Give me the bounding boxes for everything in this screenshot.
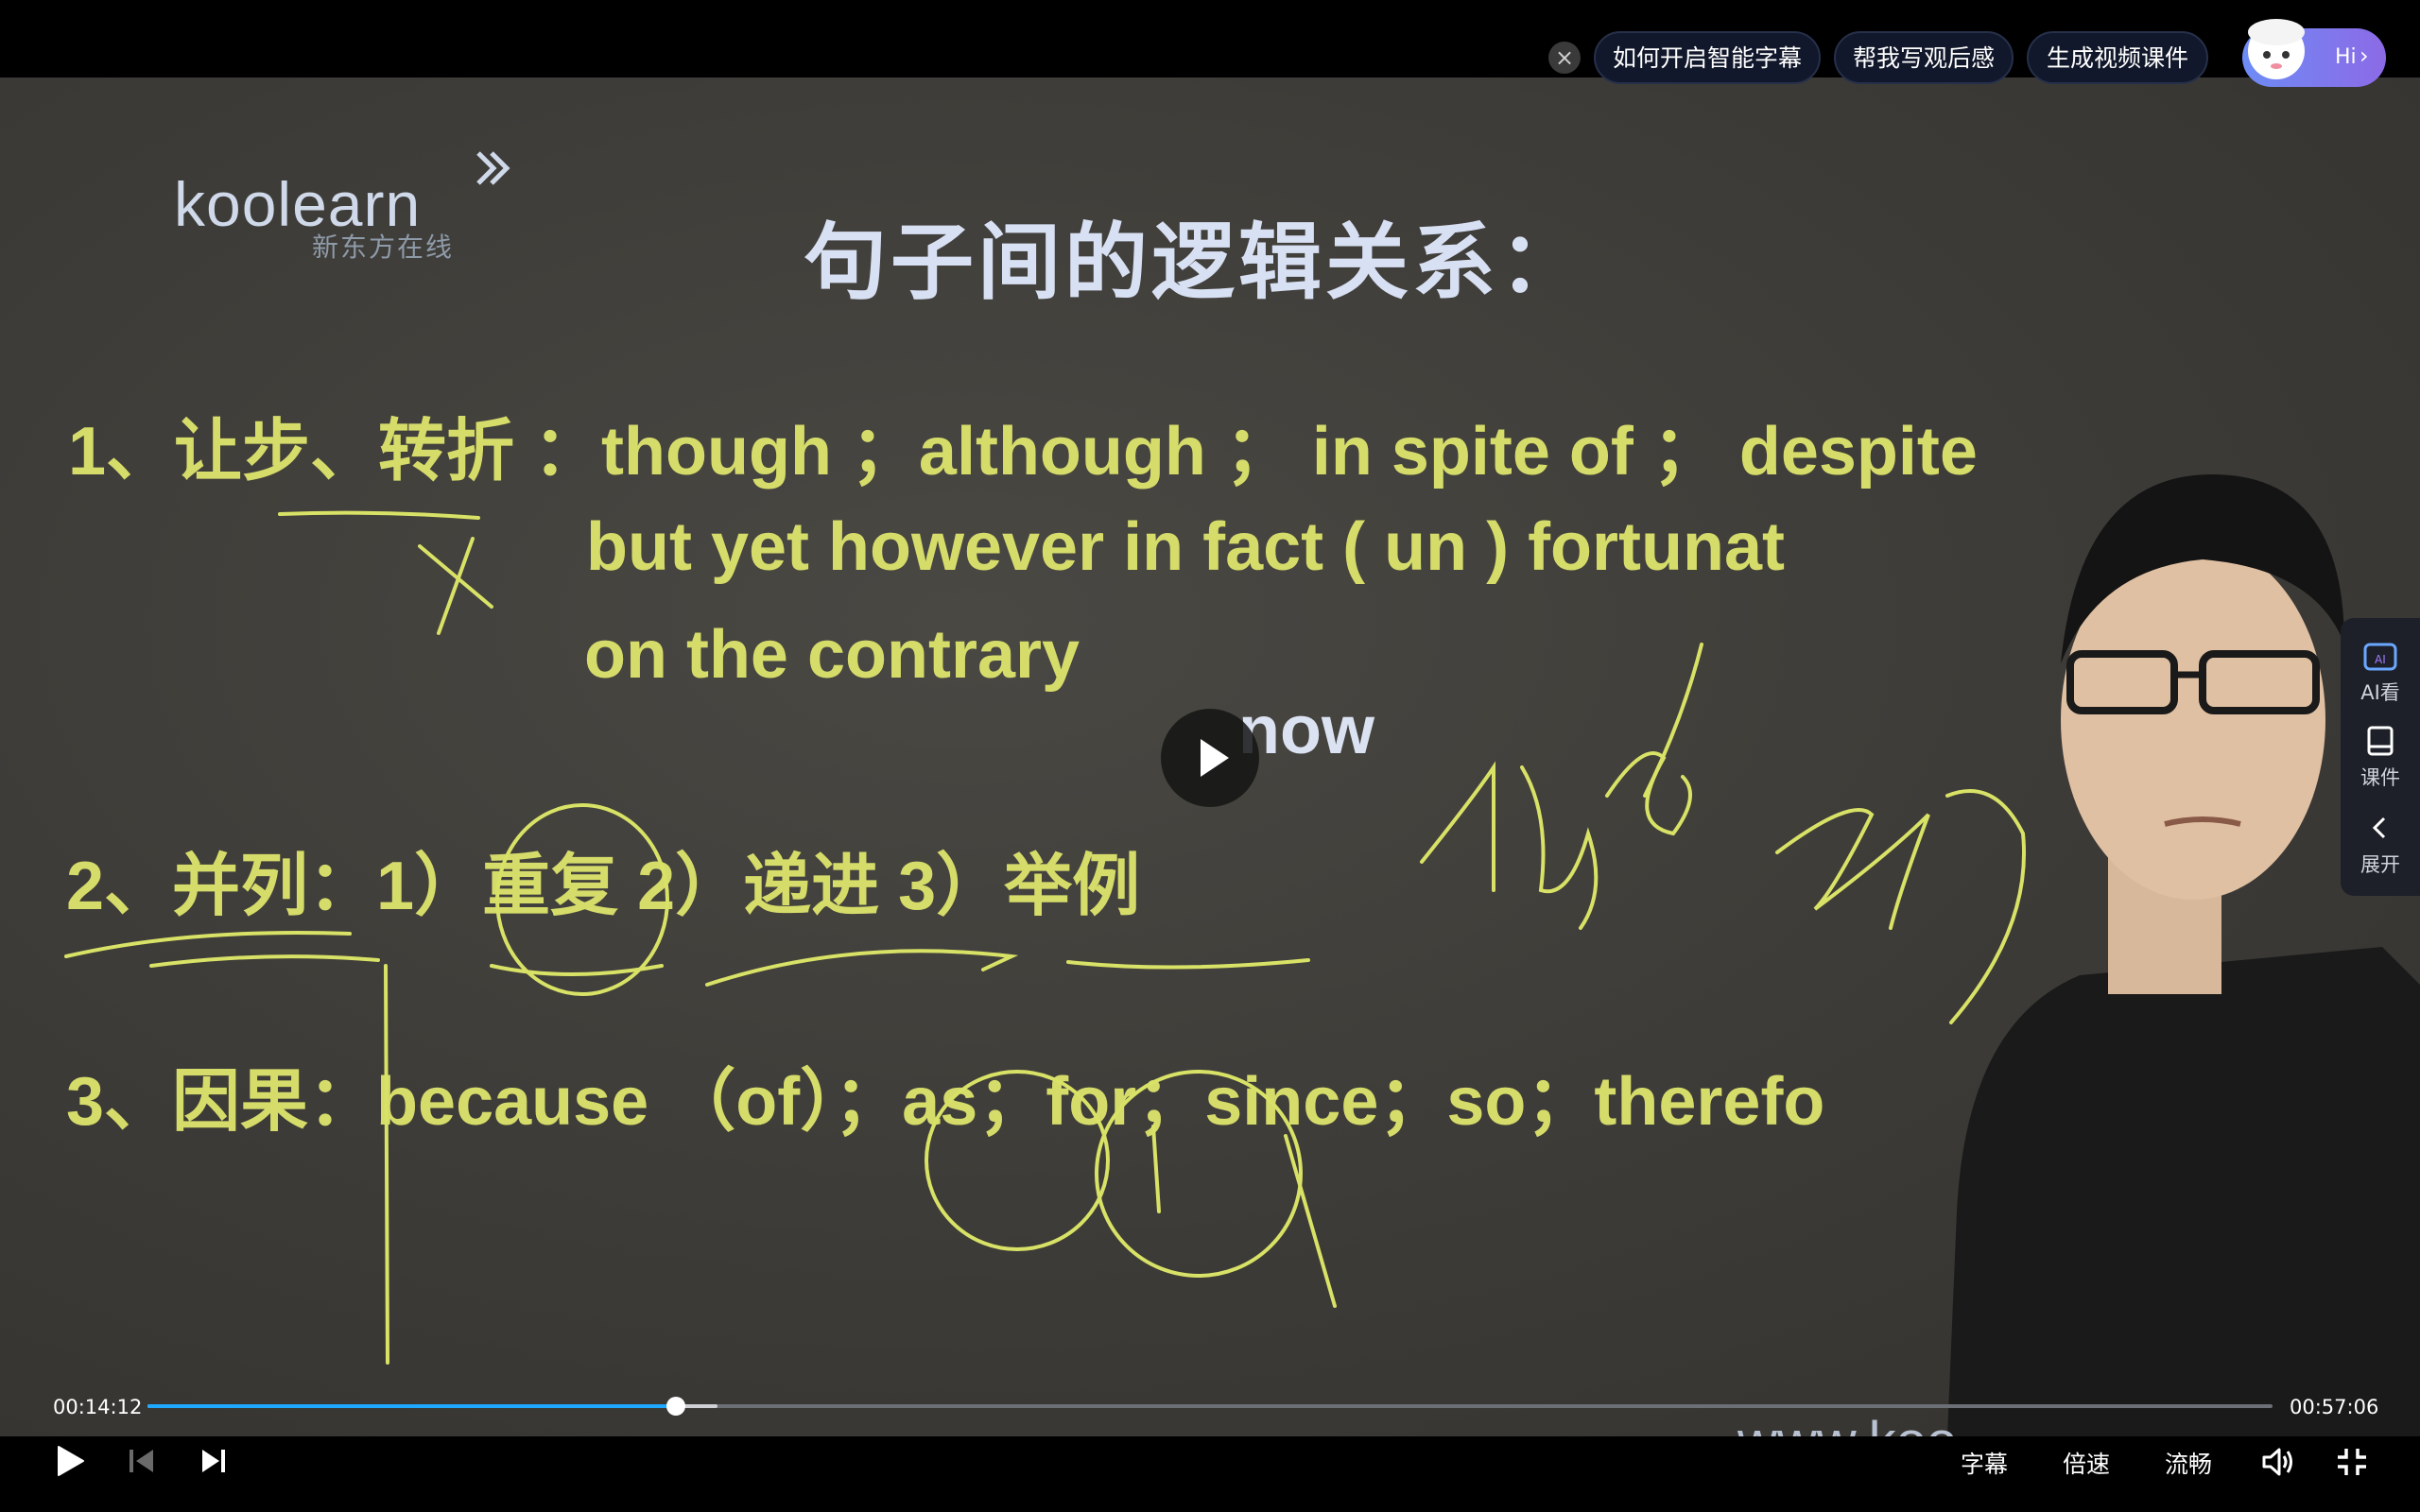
ai-watch-icon: AI — [2363, 643, 2397, 671]
chevron-right-icon: › — [2360, 43, 2369, 69]
current-time: 00:14:12 — [53, 1396, 143, 1418]
side-panel: AI AI看 课件 展开 — [2341, 618, 2420, 896]
exit-fullscreen-icon[interactable] — [2335, 1446, 2369, 1478]
speed-button[interactable]: 倍速 — [2063, 1446, 2110, 1480]
suggestion-generate-courseware[interactable]: 生成视频课件 — [2027, 31, 2208, 84]
assistant-avatar-icon — [2248, 19, 2305, 79]
volume-icon[interactable] — [2261, 1446, 2297, 1478]
side-item-label: 课件 — [2360, 766, 2400, 789]
next-icon[interactable] — [199, 1446, 229, 1476]
progress-thumb[interactable] — [666, 1397, 685, 1416]
side-item-courseware[interactable]: 课件 — [2341, 724, 2420, 791]
control-bar — [0, 1436, 2420, 1512]
hi-label: Hi — [2335, 45, 2357, 69]
side-item-expand[interactable]: 展开 — [2341, 811, 2420, 878]
side-item-ai-watch[interactable]: AI AI看 — [2341, 639, 2420, 706]
subtitle-button[interactable]: 字幕 — [1961, 1446, 2008, 1480]
play-icon — [1201, 739, 1229, 777]
website-watermark: www.koo — [1737, 1410, 1957, 1436]
previous-icon[interactable] — [127, 1446, 157, 1476]
side-item-label: AI看 — [2360, 681, 2400, 704]
chevron-left-icon — [2372, 816, 2386, 839]
courseware-icon — [2367, 726, 2394, 756]
total-time: 00:57:06 — [2290, 1396, 2379, 1418]
suggestion-smart-subtitles[interactable]: 如何开启智能字幕 — [1594, 31, 1821, 84]
suggestion-write-review[interactable]: 帮我写观后感 — [1834, 31, 2014, 84]
play-icon[interactable] — [55, 1444, 87, 1478]
quality-button[interactable]: 流畅 — [2165, 1446, 2212, 1480]
close-suggestions-button[interactable]: × — [1548, 42, 1581, 74]
side-item-label: 展开 — [2360, 853, 2400, 876]
progress-fill — [147, 1404, 676, 1408]
svg-text:AI: AI — [2375, 653, 2386, 666]
center-play-button[interactable] — [1161, 709, 1259, 807]
